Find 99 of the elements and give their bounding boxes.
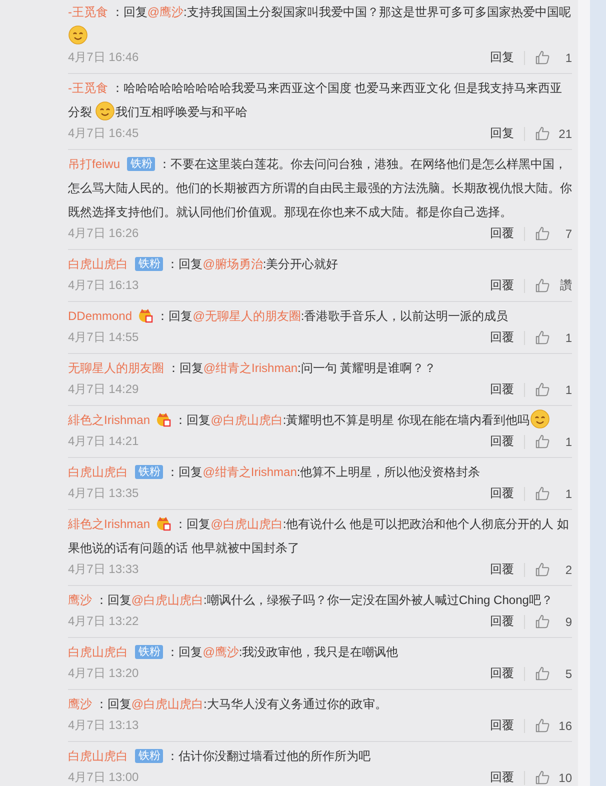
mention-link[interactable]: @鹰沙	[147, 5, 184, 19]
fan-badge: 铁粉	[135, 645, 164, 659]
reply-link[interactable]: 回覆	[490, 381, 514, 398]
reply-link[interactable]: 回覆	[490, 485, 514, 502]
thumbs-up-icon[interactable]	[535, 126, 550, 141]
reply-link[interactable]: 回覆	[490, 717, 514, 734]
comment-time: 4月7日 13:35	[68, 485, 139, 502]
author-link[interactable]: -王觅食	[68, 5, 108, 19]
comment-text: -王觅食 ：回复@鹰沙:支持我国国土分裂国家叫我爱中国？那这是世界可多可多国家热爱中国呢	[68, 0, 572, 48]
thumbs-up-icon[interactable]	[535, 382, 550, 397]
reply-link[interactable]: 回覆	[490, 329, 514, 346]
smiley-icon	[530, 409, 550, 429]
comment-time: 4月7日 13:13	[68, 717, 139, 734]
thumbs-up-icon[interactable]	[535, 330, 550, 345]
like-count: 21	[558, 126, 572, 140]
smiley-icon	[68, 25, 88, 45]
comment-time: 4月7日 13:00	[68, 769, 139, 786]
thumbs-up-icon[interactable]	[535, 50, 550, 65]
thumbs-up-icon[interactable]	[535, 278, 550, 293]
comment-time: 4月7日 16:13	[68, 277, 139, 294]
like-count: 9	[564, 614, 572, 628]
like-count: 1	[564, 330, 572, 344]
like-count: 1	[564, 382, 572, 396]
author-link[interactable]: 白虎山虎白	[68, 645, 128, 659]
like-count: 16	[558, 718, 572, 732]
mention-link[interactable]: @白虎山虎白	[210, 517, 283, 531]
mention-link[interactable]: @鹰沙	[202, 645, 239, 659]
mention-link[interactable]: @腑场勇治	[202, 257, 263, 271]
thumbs-up-icon[interactable]	[535, 434, 550, 449]
reply-link[interactable]: 回复	[490, 125, 514, 142]
like-count: 讚	[559, 277, 572, 294]
like-count: 1	[564, 486, 572, 500]
comment-time: 4月7日 13:20	[68, 665, 139, 682]
author-link[interactable]: 緋色之Irishman	[68, 517, 150, 531]
comment-time: 4月7日 13:22	[68, 613, 139, 630]
reply-link[interactable]: 回覆	[490, 225, 514, 242]
comment-text: -王觅食 ：哈哈哈哈哈哈哈哈哈我爱马来西亚这个国度 也爱马来西亚文化 但是我支持马来西亚分裂 我们互相呼唤爱与和平哈	[68, 80, 564, 123]
comment-time: 4月7日 16:45	[68, 125, 139, 142]
mention-link[interactable]: @白虎山虎白	[131, 593, 204, 607]
reply-link[interactable]: 回覆	[490, 277, 514, 294]
author-link[interactable]: -王觅食	[68, 81, 108, 95]
fan-badge: 铁粉	[127, 157, 156, 171]
comment-text: 鹰沙 ：回复@白虎山虎白:大马华人没有义务通过你的政审。	[68, 696, 388, 713]
mention-link[interactable]: @绀青之Irishman	[203, 361, 298, 375]
author-link[interactable]: 緋色之Irishman	[68, 413, 150, 427]
like-count: 1	[564, 50, 572, 64]
author-link[interactable]: 无聊星人的朋友圈	[68, 361, 164, 375]
author-link[interactable]: 鹰沙	[68, 593, 92, 607]
author-link[interactable]: DDemmond	[68, 309, 132, 323]
author-link[interactable]: 白虎山虎白	[68, 465, 128, 479]
comment-time: 4月7日 14:29	[68, 381, 139, 398]
reply-link[interactable]: 回覆	[490, 433, 514, 450]
smiley-icon	[95, 101, 116, 121]
like-count: 1	[564, 434, 572, 448]
comment-time: 4月7日 14:21	[68, 433, 139, 450]
author-link[interactable]: 吊打feiwu	[68, 157, 120, 171]
thumbs-up-icon[interactable]	[535, 226, 550, 241]
reply-link[interactable]: 回覆	[490, 769, 514, 786]
comment-time: 4月7日 14:55	[68, 329, 139, 346]
crown-icon	[155, 515, 172, 531]
fan-badge: 铁粉	[135, 465, 164, 479]
fan-badge: 铁粉	[135, 257, 164, 271]
mention-link[interactable]: @白虎山虎白	[210, 413, 283, 427]
thumbs-up-icon[interactable]	[535, 614, 550, 629]
comment-text: 緋色之Irishman ：回复@白虎山虎白:他有说什么 他是可以把政治和他个人彻底分开的人 如果他说的话有问题的话 他早就被中国封杀了	[68, 514, 570, 557]
reply-link[interactable]: 回覆	[490, 613, 514, 630]
comment-text: 吊打feiwu 铁粉 ：不要在这里装白莲花。你去问问台独，港独。在网络他们是怎么样黑中国，怎么骂大陆人民的。他们的长期被西方所谓的自由民主最强的方法洗脑。长期敌视仇恨大陆。你既然选择支持他们。就认同他们价值观。那现在你也来不成大陆。都是你自己选择。	[68, 156, 572, 221]
thumbs-up-icon[interactable]	[535, 486, 550, 501]
thumbs-up-icon[interactable]	[535, 770, 550, 785]
comment-text: 白虎山虎白 铁粉 ：估计你没翻过墙看过他的所作所为吧	[68, 748, 372, 765]
mention-link[interactable]: @白虎山虎白	[131, 697, 204, 711]
like-count: 2	[564, 562, 572, 576]
author-link[interactable]: 白虎山虎白	[68, 257, 128, 271]
comment-text: 无聊星人的朋友圈 ：回复@绀青之Irishman:问一句 黃耀明是谁啊？？	[68, 360, 438, 377]
comment-time: 4月7日 13:33	[68, 561, 139, 578]
author-link[interactable]: 白虎山虎白	[68, 749, 128, 763]
reply-link[interactable]: 回覆	[490, 561, 514, 578]
author-link[interactable]: 鹰沙	[68, 697, 92, 711]
mention-link[interactable]: @无聊星人的朋友圈	[192, 309, 301, 323]
like-count: 10	[558, 770, 572, 784]
crown-icon	[155, 411, 172, 427]
comment-text: 鹰沙 ：回复@白虎山虎白:嘲讽什么，绿猴子吗？你一定没在国外被人喊过Ching Chong吧？	[68, 592, 554, 609]
crown-icon	[137, 307, 154, 323]
comment-text: DDemmond ：回复@无聊星人的朋友圈:香港歌手音乐人，以前达明一派的成员	[68, 306, 510, 325]
comment-time: 4月7日 16:26	[68, 225, 139, 242]
thumbs-up-icon[interactable]	[535, 718, 550, 733]
reply-link[interactable]: 回覆	[490, 665, 514, 682]
comment-time: 4月7日 16:46	[68, 49, 139, 66]
comment-text: 白虎山虎白 铁粉 ：回复@绀青之Irishman:他算不上明星，所以他没资格封杀	[68, 464, 482, 481]
fan-badge: 铁粉	[135, 749, 164, 763]
reply-link[interactable]: 回复	[490, 49, 514, 66]
comment-text: 緋色之Irishman ：回复@白虎山虎白:黃耀明也不算是明星 你现在能在墙内看到他吗	[68, 408, 572, 432]
comment-text: 白虎山虎白 铁粉 ：回复@鹰沙:我没政审他，我只是在嘲讽他	[68, 644, 400, 661]
like-count: 7	[564, 226, 572, 240]
like-count: 5	[564, 666, 572, 680]
mention-link[interactable]: @绀青之Irishman	[202, 465, 297, 479]
thumbs-up-icon[interactable]	[535, 666, 550, 681]
thumbs-up-icon[interactable]	[535, 562, 550, 577]
comment-text: 白虎山虎白 铁粉 ：回复@腑场勇治:美分开心就好	[68, 256, 340, 273]
